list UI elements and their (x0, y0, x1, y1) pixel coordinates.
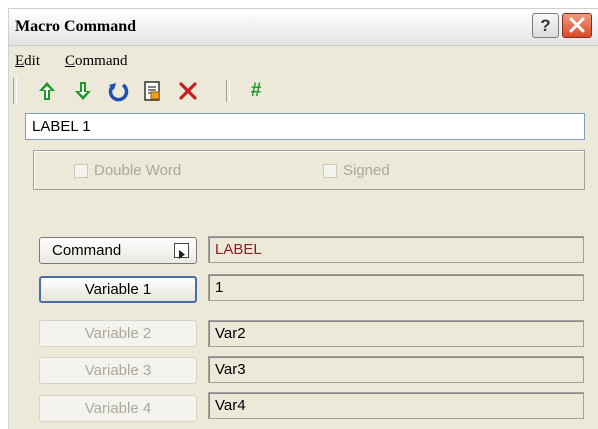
label-input[interactable]: LABEL 1 (25, 113, 585, 140)
document-icon (144, 81, 160, 101)
undo-icon (108, 83, 129, 102)
delete-button[interactable] (176, 79, 200, 103)
move-down-button[interactable] (71, 79, 95, 103)
menu-edit[interactable]: Edit (15, 53, 40, 70)
close-button[interactable] (562, 13, 592, 38)
window-title: Macro Command (15, 18, 137, 35)
command-value-field[interactable]: LABEL (208, 236, 584, 263)
variable-1-value-field[interactable]: 1 (208, 274, 584, 301)
macro-command-window: Macro Command ? Edit Command # LABEL 1 D… (8, 8, 598, 429)
play-arrow-icon (174, 243, 189, 259)
document-button[interactable] (140, 79, 164, 103)
menu-command[interactable]: Command (65, 53, 128, 70)
toolbar: # (9, 75, 598, 109)
toolbar-separator (226, 80, 230, 102)
variable-4-button: Variable 4 (39, 395, 197, 422)
signed-checkbox[interactable] (323, 164, 337, 178)
undo-button[interactable] (106, 79, 130, 103)
variable-4-value-field[interactable]: Var4 (208, 392, 584, 419)
variable-2-value-field[interactable]: Var2 (208, 320, 584, 347)
title-bar[interactable]: Macro Command ? (9, 9, 598, 46)
command-button-label: Command (52, 242, 122, 259)
double-word-checkbox[interactable] (74, 164, 88, 178)
delete-icon (179, 82, 197, 100)
close-icon (569, 17, 585, 33)
variable-1-button[interactable]: Variable 1 (39, 276, 197, 303)
hash-button[interactable]: # (244, 79, 268, 103)
variable-3-button: Variable 3 (39, 357, 197, 384)
toolbar-grip[interactable] (13, 78, 17, 104)
double-word-label: Double Word (94, 162, 182, 179)
move-up-button[interactable] (35, 79, 59, 103)
command-button[interactable]: Command (39, 237, 197, 264)
variable-3-value-field[interactable]: Var3 (208, 356, 584, 383)
variable-2-button: Variable 2 (39, 320, 197, 347)
move-down-icon (75, 82, 91, 100)
move-up-icon (39, 82, 55, 100)
menu-bar: Edit Command (9, 49, 598, 73)
help-button[interactable]: ? (532, 13, 559, 38)
options-group: Double Word Signed (33, 150, 585, 190)
signed-label: Signed (343, 162, 390, 179)
